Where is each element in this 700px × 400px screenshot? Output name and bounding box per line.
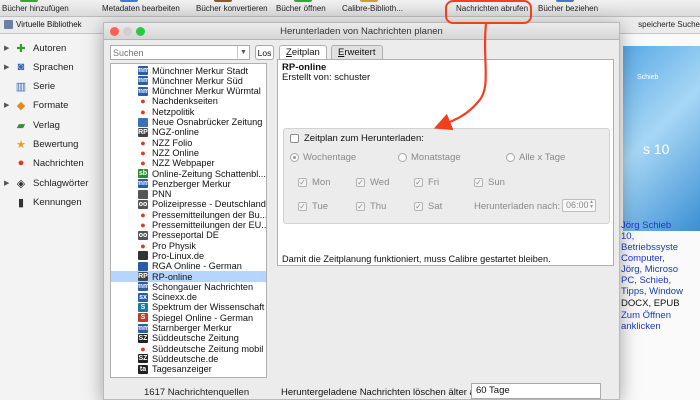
callout-arrow — [433, 23, 488, 131]
